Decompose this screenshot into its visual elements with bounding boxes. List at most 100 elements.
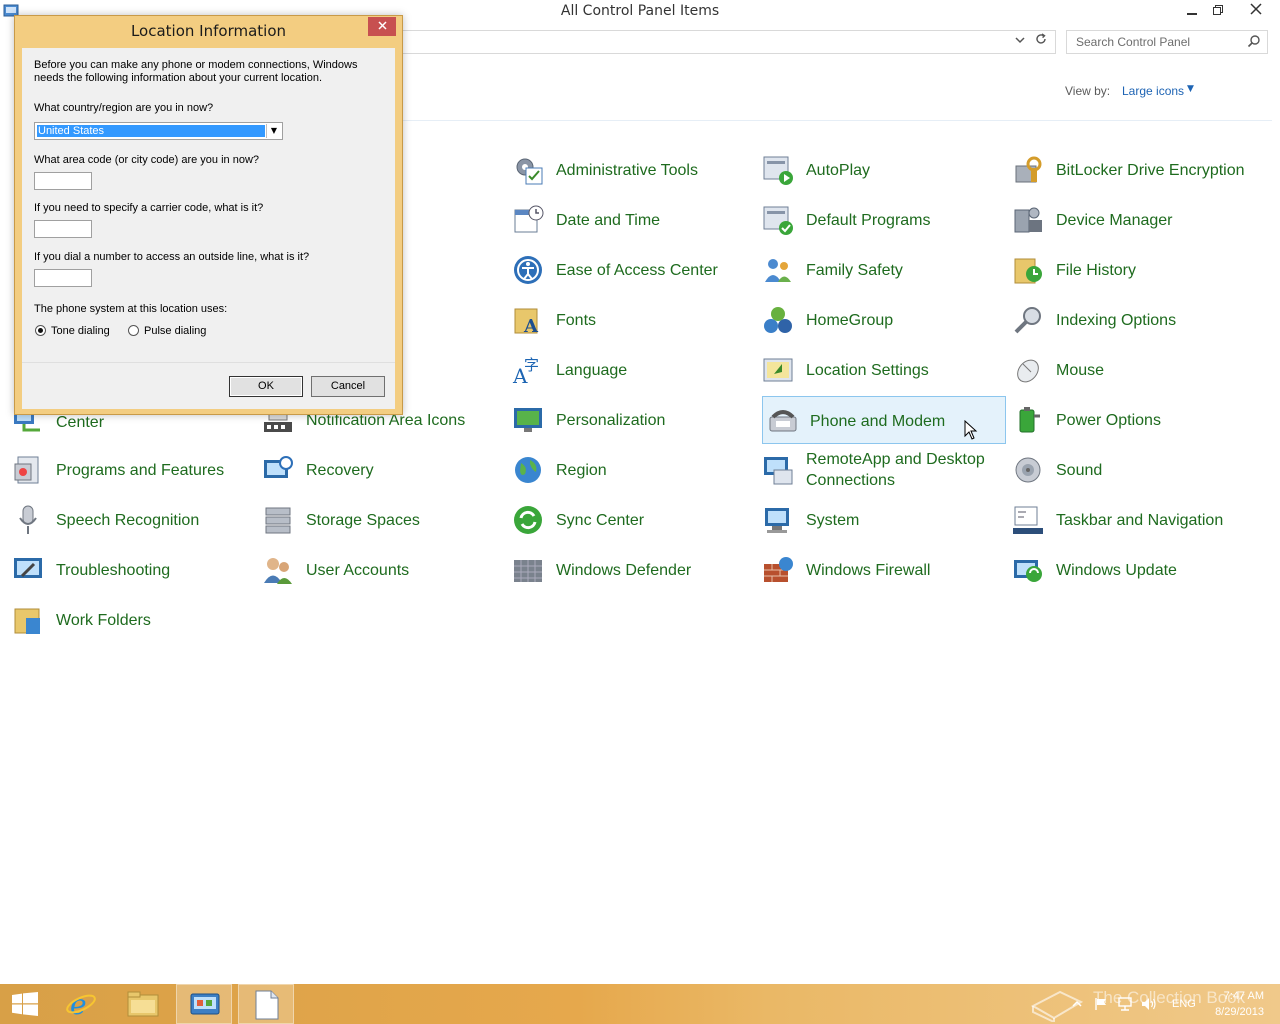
cp-item-location[interactable]: Location Settings: [762, 346, 1006, 394]
cp-item-label: Troubleshooting: [56, 561, 171, 579]
cp-item-label: HomeGroup: [806, 311, 894, 329]
cp-item-defender[interactable]: Windows Defender: [512, 546, 756, 594]
cp-item-language[interactable]: A 字 Language: [512, 346, 756, 394]
refresh-button[interactable]: [1032, 33, 1050, 51]
cp-item-label: Personalization: [556, 411, 666, 429]
dialog-body: Before you can make any phone or modem c…: [22, 48, 395, 377]
cp-item-windows-update[interactable]: Windows Update: [1012, 546, 1256, 594]
cp-item-label: Sound: [1056, 461, 1103, 479]
close-window-button[interactable]: [1238, 0, 1274, 22]
control-panel-icon: [190, 993, 220, 1015]
minimize-icon: [1187, 13, 1197, 15]
search-box[interactable]: [1066, 30, 1268, 54]
cp-item-label: Windows Update: [1056, 561, 1177, 579]
cp-item-region-globe[interactable]: Region: [512, 446, 756, 494]
mouse-icon: [1012, 354, 1044, 386]
cp-item-fonts-folder[interactable]: A Fonts: [512, 296, 756, 344]
indexing-icon: [1012, 304, 1044, 336]
svg-text:字: 字: [524, 356, 539, 374]
dropdown-arrow-icon[interactable]: ▼: [266, 124, 281, 138]
refresh-icon: [1036, 33, 1046, 44]
autoplay-icon: [762, 154, 794, 186]
show-hidden-icons-icon[interactable]: [1072, 1000, 1082, 1008]
cp-item-label: Speech Recognition: [56, 511, 200, 529]
internet-explorer-icon: e: [66, 989, 96, 1019]
cp-item-autoplay[interactable]: AutoPlay: [762, 146, 1006, 194]
cp-item-family-safety[interactable]: Family Safety: [762, 246, 1006, 294]
cp-item-label: Windows Firewall: [806, 561, 931, 579]
address-history-dropdown[interactable]: [1011, 33, 1029, 51]
cp-item-taskbar[interactable]: Taskbar and Navigation: [1012, 496, 1256, 544]
cp-item-sync[interactable]: Sync Center: [512, 496, 756, 544]
cp-item-troubleshooting[interactable]: Troubleshooting: [12, 546, 256, 594]
cp-item-remoteapp[interactable]: RemoteApp and Desktop Connections: [762, 446, 1006, 494]
cp-item-homegroup[interactable]: HomeGroup: [762, 296, 1006, 344]
power-options-icon: [1012, 404, 1044, 436]
taskbar-file-explorer-button[interactable]: [115, 984, 171, 1024]
cancel-button[interactable]: Cancel: [311, 376, 385, 397]
dialog-close-button[interactable]: [368, 17, 396, 36]
cp-item-admin-tools[interactable]: Administrative Tools: [512, 146, 756, 194]
user-accounts-icon: [262, 554, 294, 586]
address-bar[interactable]: [400, 30, 1056, 54]
cp-item-storage-spaces[interactable]: Storage Spaces: [262, 496, 506, 544]
cp-item-device-manager[interactable]: Device Manager: [1012, 196, 1256, 244]
cp-item-microphone[interactable]: Speech Recognition: [12, 496, 256, 544]
default-programs-icon: [762, 204, 794, 236]
search-input[interactable]: [1074, 31, 1248, 53]
svg-text:e: e: [70, 989, 87, 1019]
cp-item-system[interactable]: System: [762, 496, 1006, 544]
restore-button[interactable]: [1203, 0, 1233, 22]
cp-item-work-folders[interactable]: Work Folders: [12, 596, 256, 644]
cp-item-personalization[interactable]: Personalization: [512, 396, 756, 444]
recovery-icon: [262, 454, 294, 486]
phone-modem-icon: [767, 405, 799, 437]
view-by-label: View by:: [1065, 84, 1111, 98]
pulse-dialing-radio[interactable]: [128, 325, 139, 336]
taskbar-ie-button[interactable]: e: [53, 984, 109, 1024]
cp-item-bitlocker[interactable]: BitLocker Drive Encryption: [1012, 146, 1256, 194]
cp-item-programs-features[interactable]: Programs and Features: [12, 446, 256, 494]
pulse-dialing-label[interactable]: Pulse dialing: [144, 325, 206, 338]
carrier-code-field[interactable]: [34, 220, 92, 238]
taskbar-control-panel-button[interactable]: [176, 984, 232, 1024]
ok-button[interactable]: OK: [229, 376, 303, 397]
close-icon: [377, 21, 387, 30]
troubleshooting-icon: [12, 554, 44, 586]
start-button[interactable]: [0, 984, 56, 1024]
cp-item-calendar-clock[interactable]: Date and Time: [512, 196, 756, 244]
view-by-dropdown[interactable]: Large icons: [1122, 84, 1184, 98]
country-select[interactable]: United States ▼: [34, 122, 283, 140]
firewall-icon: [762, 554, 794, 586]
location-information-dialog: Location Information Before you can make…: [14, 15, 403, 415]
tone-dialing-radio[interactable]: [35, 325, 46, 336]
caret-down-icon[interactable]: ▼: [1187, 84, 1194, 94]
location-icon: [762, 354, 794, 386]
cp-item-label: RemoteApp and Desktop Connections: [806, 451, 985, 489]
phone-system-label: The phone system at this location uses:: [34, 303, 228, 315]
family-safety-icon: [762, 254, 794, 286]
taskbar-dialog-button[interactable]: [238, 984, 294, 1024]
tone-dialing-label[interactable]: Tone dialing: [51, 325, 110, 338]
cp-item-file-history[interactable]: File History: [1012, 246, 1256, 294]
dialog-title: Location Information: [130, 22, 287, 40]
cp-item-label: Device Manager: [1056, 211, 1173, 229]
cp-item-recovery[interactable]: Recovery: [262, 446, 506, 494]
cp-item-speaker[interactable]: Sound: [1012, 446, 1256, 494]
cp-item-power-options[interactable]: Power Options: [1012, 396, 1256, 444]
outside-line-field[interactable]: [34, 269, 92, 287]
cp-item-user-accounts[interactable]: User Accounts: [262, 546, 506, 594]
cp-item-label: Date and Time: [556, 211, 661, 229]
area-code-field[interactable]: [34, 172, 92, 190]
cp-item-label: Ease of Access Center: [556, 261, 718, 279]
cp-item-label: Sync Center: [556, 511, 645, 529]
folder-icon: [127, 991, 159, 1017]
admin-tools-icon: [512, 154, 544, 186]
cp-item-mouse[interactable]: Mouse: [1012, 346, 1256, 394]
search-icon[interactable]: [1247, 34, 1261, 48]
cp-item-label: System: [806, 511, 860, 529]
cp-item-firewall[interactable]: Windows Firewall: [762, 546, 1006, 594]
cp-item-accessibility[interactable]: Ease of Access Center: [512, 246, 756, 294]
cp-item-indexing[interactable]: Indexing Options: [1012, 296, 1256, 344]
cp-item-default-programs[interactable]: Default Programs: [762, 196, 1006, 244]
